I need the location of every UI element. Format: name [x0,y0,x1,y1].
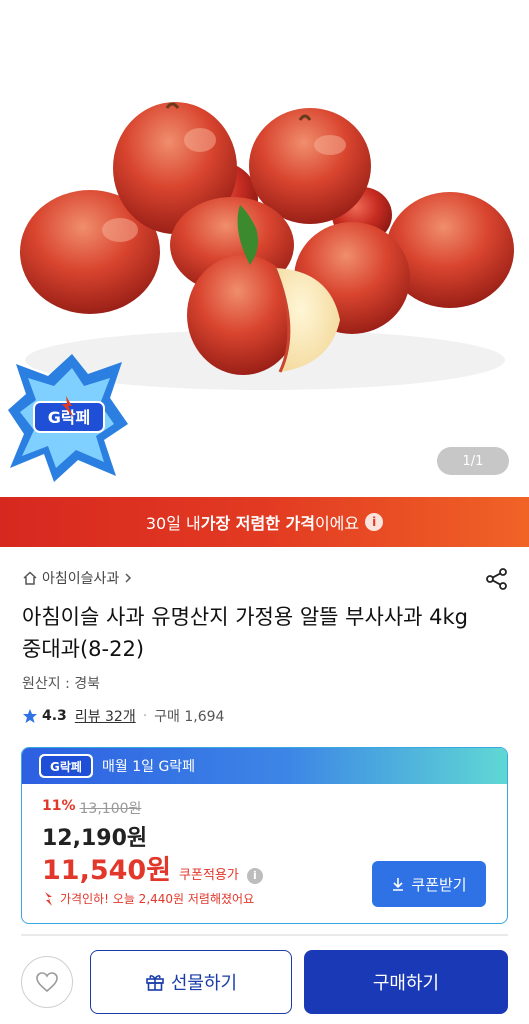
card-header: G락페 매월 1일 G락페 [22,748,507,784]
rating-score: 4.3 [42,708,67,724]
star-icon [23,709,37,723]
download-icon [393,878,404,891]
coupon-price-card: G락페 매월 1일 G락페 11% 13,100원 12,190원 11,540… [21,747,508,924]
bottom-action-bar: 선물하기 구매하기 [0,938,529,1024]
buy-button[interactable]: 구매하기 [304,950,508,1014]
promo-suffix: 이에요 [314,514,360,533]
coupon-price-row: 11,540원 쿠폰적용가 i [42,848,263,887]
product-image-gallery[interactable]: G락페 1/1 [0,0,529,497]
home-icon [23,571,37,585]
coupon-price: 11,540원 [42,855,172,886]
separator-dot: · [142,708,148,724]
product-page: G락페 1/1 30일 내 가장 저렴한 가격 이에요 i 아침이슬사과 아침이… [0,0,529,1024]
price-drop-row: 가격인하! 오늘 2,440원 저렴해졌어요 [42,890,254,907]
discount-row: 11% 13,100원 [42,798,141,818]
arrow-down-icon [45,891,52,906]
gift-icon [146,975,164,991]
card-header-text: 매월 1일 G락페 [102,759,196,775]
chevron-right-icon [125,573,132,583]
discount-percent: 11% [42,798,76,814]
info-icon[interactable]: i [246,867,263,884]
store-name: 아침이슬사과 [42,571,120,587]
info-icon[interactable]: i [365,513,384,531]
product-title: 아침이슬 사과 유명산지 가정용 알뜰 부사사과 4kg 중대과(8-22) [22,605,468,661]
review-link[interactable]: 리뷰 32개 [75,706,136,726]
promo-prefix: 30일 내 [145,514,201,533]
g-lakpe-logo: G락페 [39,754,93,778]
price-drop-text: 가격인하! 오늘 2,440원 저렴해졌어요 [60,892,255,906]
logo-text: G락페 [50,760,82,774]
store-breadcrumb[interactable]: 아침이슬사과 [22,568,133,588]
wishlist-button[interactable] [21,956,73,1008]
buy-label: 구매하기 [372,973,440,993]
get-coupon-label: 쿠폰받기 [411,876,467,894]
share-icon[interactable] [484,566,510,592]
rating-row: 4.3 리뷰 32개 · 구매 1,694 [22,706,224,726]
gift-label: 선물하기 [170,973,238,994]
lowest-price-banner: 30일 내 가장 저렴한 가격 이에요 i [0,497,529,547]
get-coupon-button[interactable]: 쿠폰받기 [372,861,486,907]
section-divider [21,934,508,936]
image-counter: 1/1 [437,447,509,475]
promo-highlight: 가장 저렴한 가격 [200,514,315,533]
g-lakpe-badge: G락페 [8,354,128,482]
coupon-price-label: 쿠폰적용가 [179,868,239,883]
heart-icon [36,972,58,993]
gift-button[interactable]: 선물하기 [90,950,292,1014]
purchase-count: 구매 1,694 [154,709,225,725]
original-price: 13,100원 [79,801,142,817]
product-origin: 원산지 : 경북 [22,676,101,692]
